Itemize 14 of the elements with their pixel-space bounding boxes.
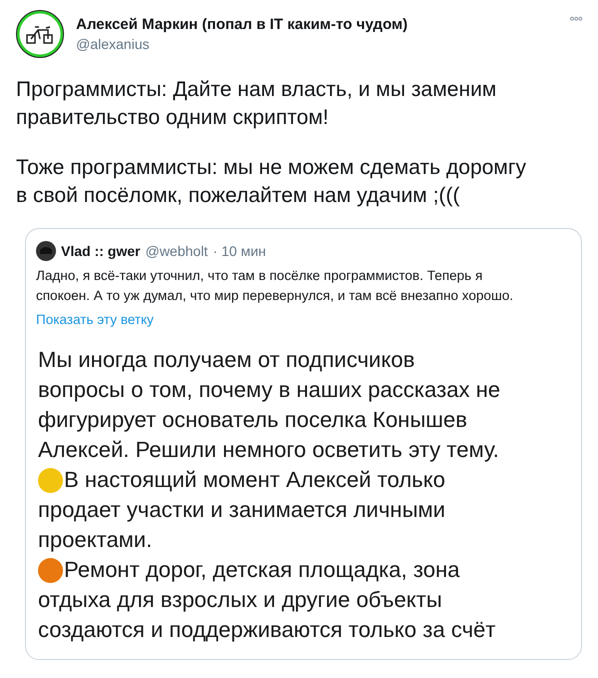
quoted-author-name: Vlad :: gwer [61, 243, 140, 259]
image-text: Ремонт дорог, детская площадка, зона отдыха для взрослых и другие объекты создаются и поддерживаются только за счёт [38, 556, 497, 644]
author-name[interactable]: Алексей Маркин (попал в IT каким-то чудом) [76, 16, 558, 33]
quoted-author-handle: @webholt [145, 243, 208, 259]
tweet-text: Программисты: Дайте нам власть, и мы заменим правительство одним скриптом! [16, 77, 498, 131]
more-options-icon[interactable]: °°° [569, 10, 582, 29]
quoted-tweet-text: Ладно, я всё-таки уточнил, что там в посёлке программистов. Теперь я спокоен. А то уж думал, что мир перевернулся, и там всё внезапно хорошо. [36, 267, 514, 305]
author-handle[interactable]: @alexanius [76, 36, 558, 52]
image-text: В настоящий момент Алексей только продает участки и занимается личными проектами. [38, 466, 446, 554]
tweet-text: Тоже программисты: мы не можем сдемать доромгу в свой посёломк, пожелайтем нам удачим ;((( [16, 155, 528, 209]
image-text: Мы иногда получаем от подписчиков вопросы о том, почему в наших рассказах не фигурирует основатель поселка Конышев Алексей. Решили немного осветить эту тему. [38, 346, 502, 464]
show-thread-link[interactable]: Показать эту ветку [36, 312, 154, 327]
quoted-tweet-time: · 10 мин [212, 243, 266, 259]
quoted-tweet-card[interactable] [25, 228, 582, 660]
